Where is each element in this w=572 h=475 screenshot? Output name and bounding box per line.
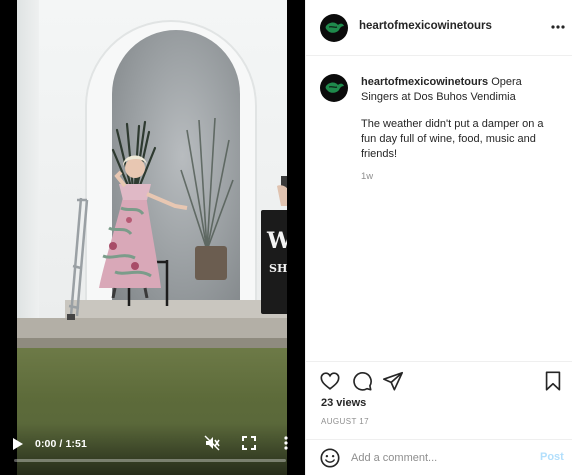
bookmark-icon[interactable]	[542, 370, 564, 392]
caption-section: heartofmexicowinetours Opera Singers at …	[306, 56, 572, 361]
muted-speaker-icon[interactable]	[204, 435, 220, 451]
brand-logo-icon	[325, 22, 344, 33]
video-progress-bar[interactable]	[14, 459, 286, 462]
avatar[interactable]	[320, 14, 348, 42]
post-date[interactable]: AUGUST 17	[321, 417, 369, 426]
caption-username[interactable]: heartofmexicowinetours	[361, 76, 488, 88]
views-count[interactable]: 23 views	[321, 397, 366, 409]
hand-with-phone	[277, 176, 287, 206]
crutch	[67, 197, 89, 320]
share-icon[interactable]	[382, 370, 404, 392]
caption-timestamp[interactable]: 1w	[361, 171, 373, 182]
avatar[interactable]	[320, 74, 348, 102]
vertical-dots-icon[interactable]	[282, 435, 290, 451]
header-username[interactable]: heartofmexicowinetours	[359, 20, 492, 32]
opera-singer	[99, 155, 188, 298]
chalkboard-sign: W SH	[261, 210, 287, 314]
sign-letter: W	[267, 228, 287, 254]
caption-body: The weather didn't put a damper on a fun…	[361, 118, 544, 160]
fullscreen-icon[interactable]	[242, 436, 256, 450]
emoji-icon[interactable]	[319, 447, 341, 469]
comment-form: Post	[306, 439, 572, 475]
play-icon[interactable]	[10, 437, 24, 451]
post-header: heartofmexicowinetours	[306, 0, 572, 56]
brand-logo-icon	[325, 82, 344, 93]
time-display: 0:00 / 1:51	[35, 438, 87, 450]
step-upper	[65, 300, 287, 318]
post-actions	[306, 361, 572, 397]
comment-input[interactable]	[351, 448, 531, 468]
comment-icon[interactable]	[351, 370, 373, 392]
plant-pot	[195, 246, 227, 280]
caption-headline: heartofmexicowinetours Opera Singers at …	[361, 75, 559, 105]
sign-letters: SH	[269, 262, 287, 275]
video-controls: 0:00 / 1:51	[0, 423, 305, 475]
wall-pillar	[17, 0, 39, 320]
video-frame: W SH	[17, 0, 287, 475]
video-player[interactable]: W SH 0:00 / 1:51	[0, 0, 305, 475]
post-details: heartofmexicowinetours heartofmexicowine…	[305, 0, 572, 475]
heart-icon[interactable]	[319, 370, 341, 392]
more-options-icon[interactable]	[550, 20, 566, 34]
post-comment-button[interactable]: Post	[540, 451, 564, 463]
